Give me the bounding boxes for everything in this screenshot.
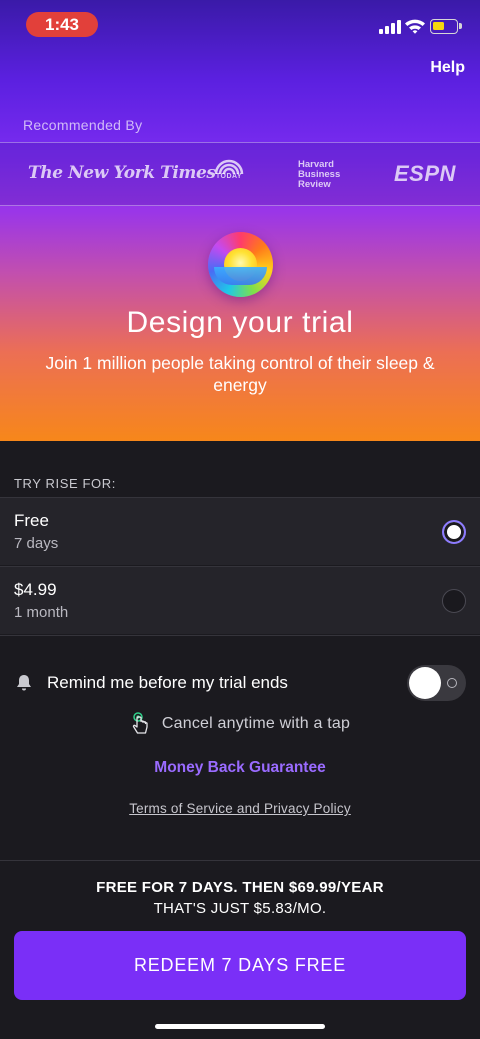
page-title: Design your trial [126,306,354,339]
tap-gesture-icon [132,712,148,734]
plan-period: 7 days [14,535,59,552]
reminder-row: Remind me before my trial ends [0,662,480,704]
plan-name: $4.99 [14,580,57,599]
terms-privacy-link[interactable]: Terms of Service and Privacy Policy [0,801,480,816]
pricing-main: FREE FOR 7 DAYS. THEN $69.99/YEAR [96,879,384,896]
status-time: 1:43 [26,12,98,37]
plan-name: Free [14,511,49,530]
cancel-anytime-label: Cancel anytime with a tap [161,715,351,732]
cancel-anytime-row: Cancel anytime with a tap [0,712,480,740]
press-logos: The New York Times TODAY Harvard Busines… [0,142,480,206]
divider [0,635,480,636]
reminder-toggle[interactable] [407,665,466,701]
home-indicator [155,1024,325,1029]
plan-radio[interactable] [442,589,466,613]
espn-logo: ESPN [394,161,456,186]
bell-icon [14,673,34,693]
recommended-by-label: Recommended By [23,117,143,133]
try-rise-label: TRY RISE FOR: [14,476,116,491]
plan-radio-selected[interactable] [442,520,466,544]
nyt-logo: The New York Times [28,163,216,183]
wifi-icon [404,18,426,34]
hero-section: 1:43 Help Recommended By The New York Ti… [0,0,480,441]
toggle-off-indicator [447,678,457,688]
rise-app-icon [208,232,273,297]
help-button[interactable]: Help [430,59,465,77]
plan-period: 1 month [14,604,69,621]
checkout-footer: FREE FOR 7 DAYS. THEN $69.99/YEAR THAT'S… [0,860,480,1039]
plan-option-monthly[interactable]: $4.99 1 month [0,566,480,634]
cellular-signal-icon [379,20,401,34]
today-logo: TODAY [211,157,247,193]
status-bar: 1:43 [0,0,480,48]
redeem-button[interactable]: REDEEM 7 DAYS FREE [14,931,466,1000]
reminder-label: Remind me before my trial ends [47,673,288,692]
hbr-logo: Harvard Business Review [298,159,341,190]
toggle-knob [409,667,441,699]
page-subtitle: Join 1 million people taking control of … [45,353,435,395]
pricing-sub: THAT'S JUST $5.83/MO. [153,900,327,917]
money-back-guarantee-link[interactable]: Money Back Guarantee [0,759,480,777]
today-logo-text: TODAY [215,173,243,180]
plan-option-free[interactable]: Free 7 days [0,497,480,565]
battery-icon [430,19,462,34]
